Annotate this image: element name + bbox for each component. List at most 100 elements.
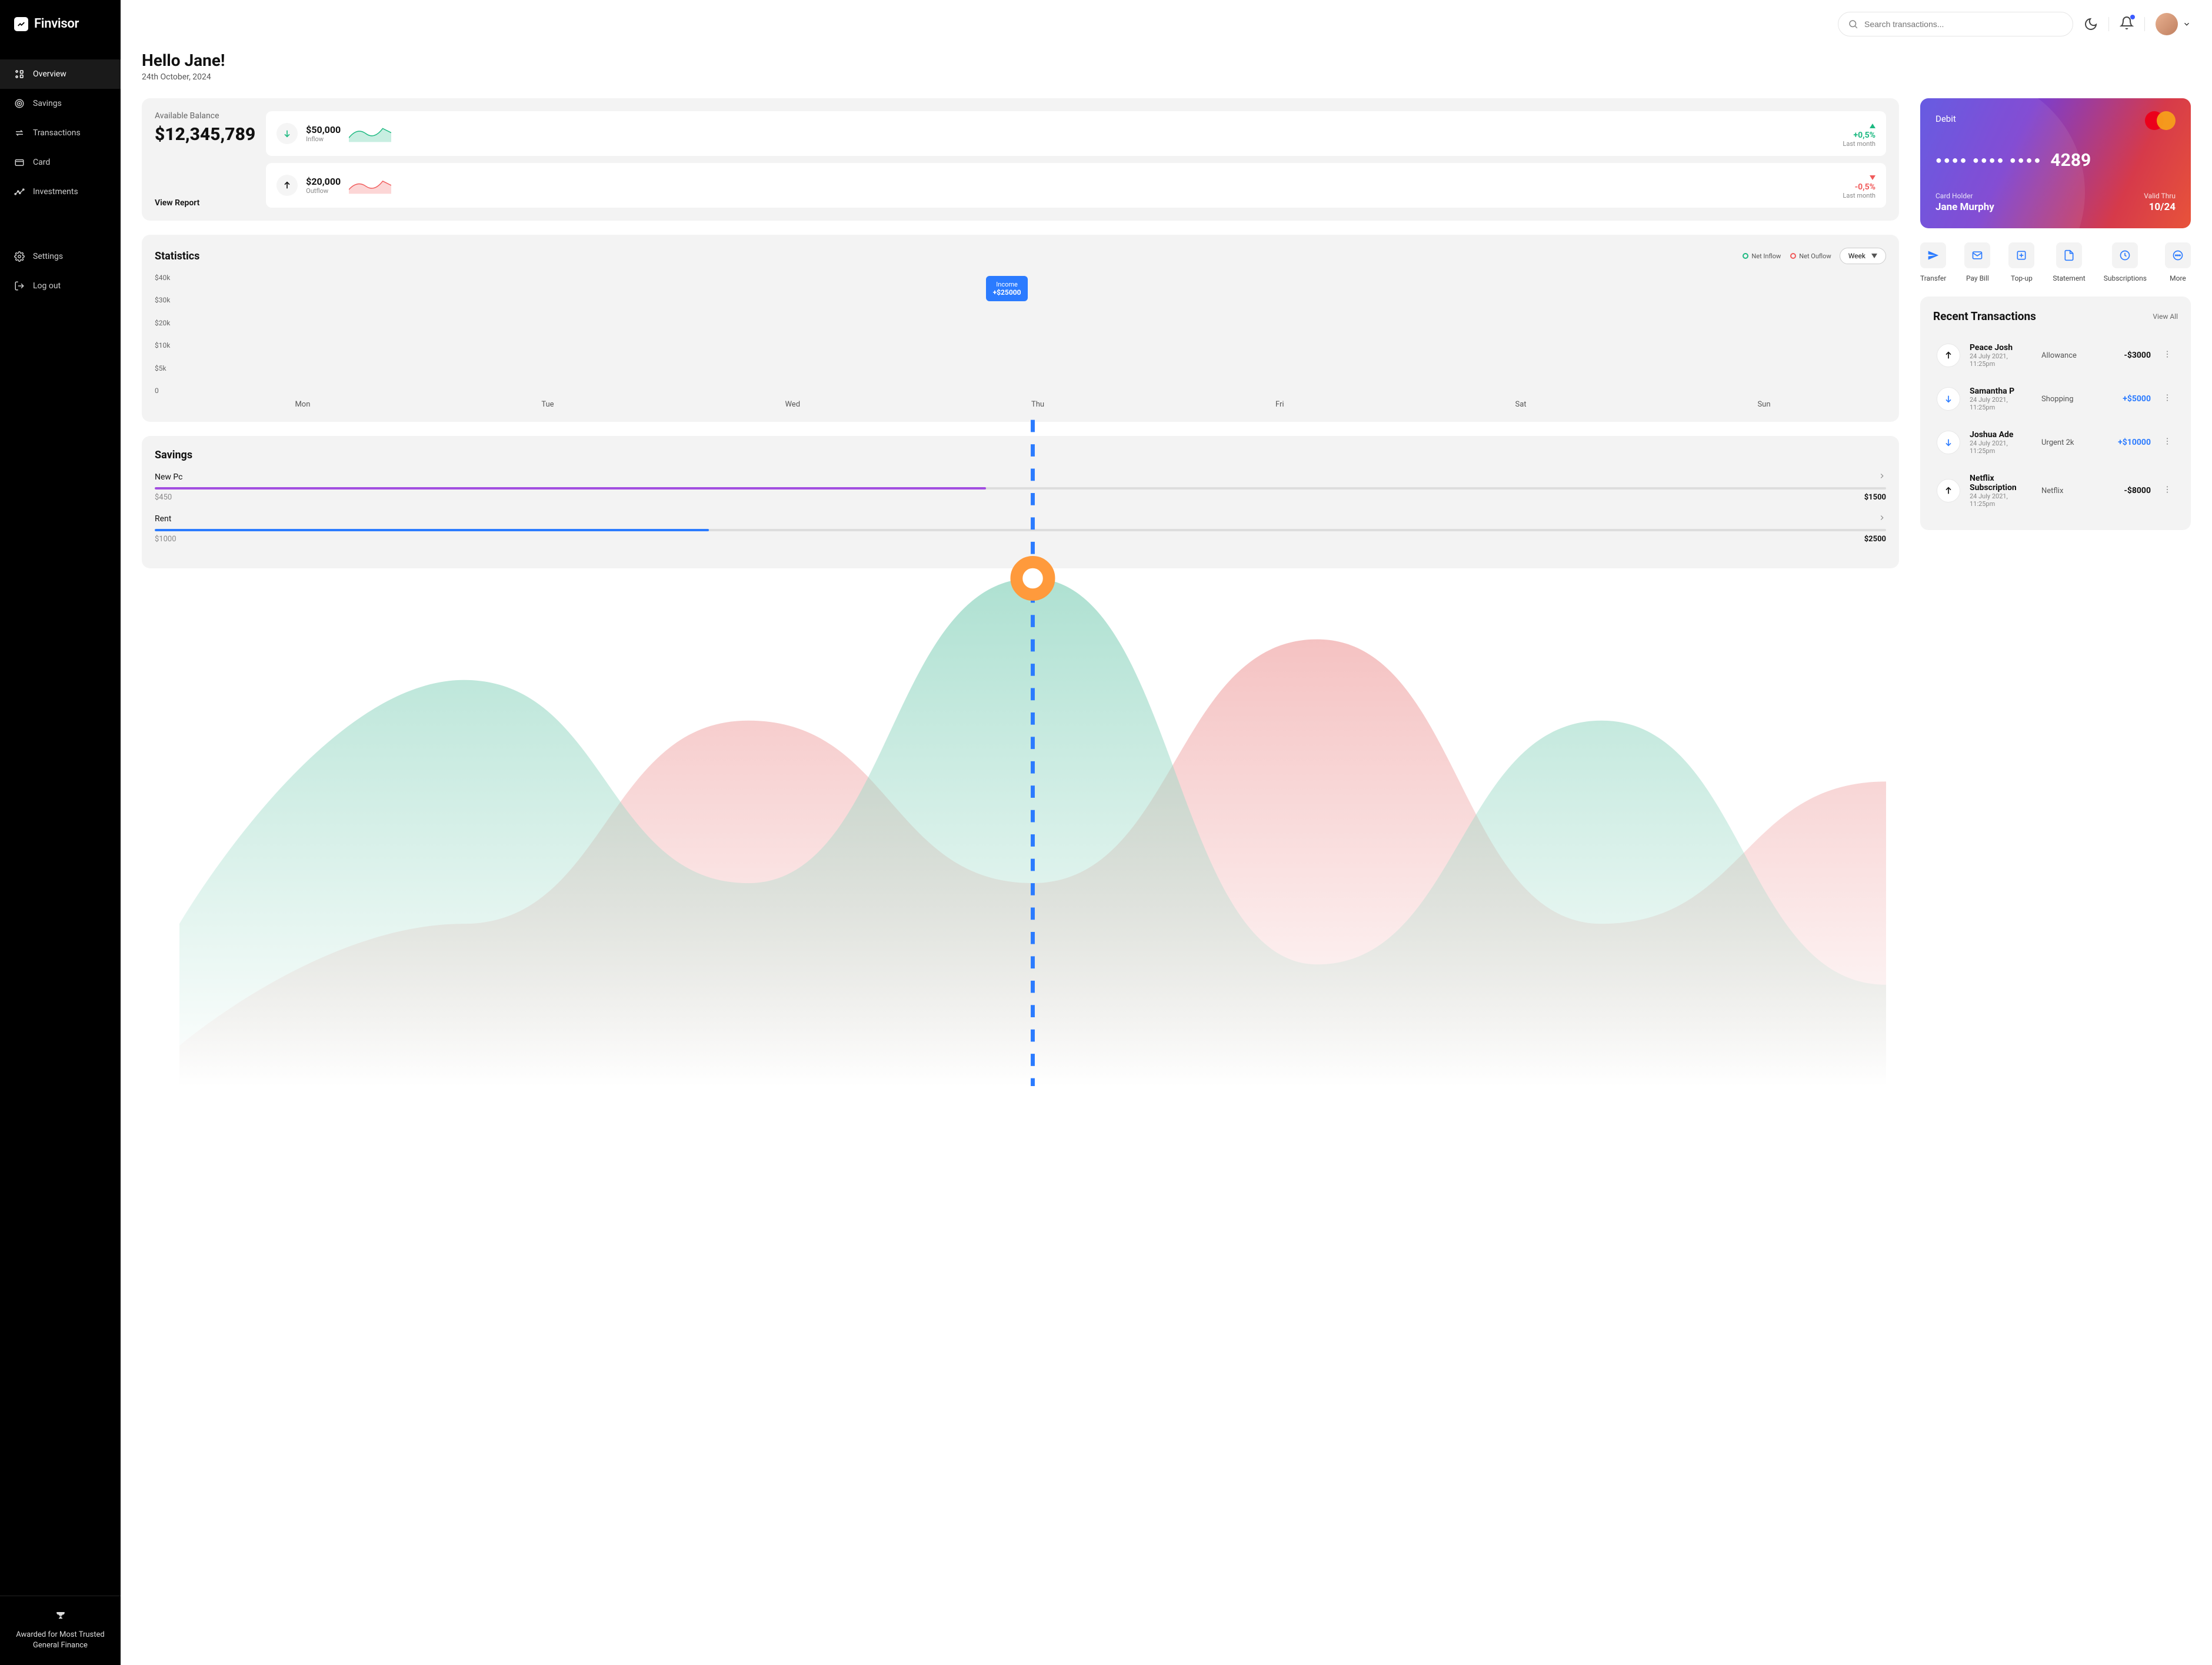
y-tick: $5k [155, 364, 170, 372]
nav-card[interactable]: Card [0, 148, 121, 177]
inflow-card: $50,000 Inflow +0,5% Last month [266, 111, 1886, 156]
period-label: Week [1848, 252, 1865, 260]
action-icon [2008, 242, 2034, 268]
view-all-link[interactable]: View All [2153, 312, 2178, 321]
avatar [2156, 13, 2178, 35]
chart-icon [14, 187, 25, 197]
legend-dot-outflow [1790, 253, 1796, 259]
txn-time: 24 July 2021, 11:25pm [1970, 439, 2032, 455]
search-icon [1848, 19, 1858, 29]
chart-legend: Net Inflow Net Ouflow [1743, 252, 1831, 260]
action-icon [2056, 242, 2082, 268]
nav-label: Transactions [33, 128, 81, 138]
tooltip-label: Income [993, 281, 1021, 288]
brand-icon [14, 17, 28, 31]
outflow-amount: $20,000 [306, 176, 341, 187]
more-icon[interactable] [2160, 437, 2174, 448]
arrow-up-icon [1937, 344, 1960, 367]
card-icon [14, 157, 25, 168]
arrow-up-icon [1937, 479, 1960, 502]
trophy-icon [55, 1610, 66, 1621]
nav-label: Investments [33, 187, 78, 197]
balance-value: $12,345,789 [155, 124, 255, 145]
x-tick: Sat [1515, 400, 1526, 409]
valid-date: 10/24 [2144, 201, 2176, 213]
card-number: ●●●● ●●●● ●●●● 4289 [1936, 150, 2176, 171]
nav-savings[interactable]: Savings [0, 89, 121, 118]
saving-current: $450 [155, 493, 172, 502]
action-icon [2112, 242, 2138, 268]
action-label: Pay Bill [1966, 274, 1989, 282]
txn-amount: -$8000 [2104, 486, 2151, 495]
chart-svg [179, 274, 1886, 1086]
search-box[interactable] [1838, 12, 2073, 36]
saving-name: New Pc [155, 472, 182, 482]
nav-label: Savings [33, 99, 62, 108]
statistics-chart: $40k$30k$20k$10k$5k0 In [155, 274, 1886, 409]
more-icon[interactable] [2160, 393, 2174, 405]
nav-label: Card [33, 158, 50, 167]
profile-menu[interactable] [2156, 13, 2191, 35]
action-pay-bill[interactable]: Pay Bill [1964, 242, 1990, 282]
transactions-title: Recent Transactions [1933, 309, 2036, 323]
arrow-down-icon [276, 123, 298, 144]
target-icon [14, 98, 25, 109]
topbar [142, 12, 2191, 36]
action-transfer[interactable]: Transfer [1920, 242, 1946, 282]
caret-up-icon [1870, 124, 1875, 128]
x-tick: Sun [1757, 400, 1770, 409]
statistics-card: Statistics Net Inflow Net Ouflow Week $4… [142, 235, 1899, 422]
txn-time: 24 July 2021, 11:25pm [1970, 492, 2032, 508]
action-label: Subscriptions [2104, 274, 2147, 282]
txn-name: Joshua Ade [1970, 430, 2032, 439]
y-tick: $40k [155, 274, 170, 282]
nav-logout[interactable]: Log out [0, 271, 121, 301]
nav-label: Log out [33, 281, 61, 291]
y-tick: $10k [155, 341, 170, 349]
theme-toggle-icon[interactable] [2084, 17, 2098, 31]
legend-label: Net Inflow [1751, 252, 1781, 260]
notifications-button[interactable] [2120, 16, 2134, 32]
nav-investments[interactable]: Investments [0, 177, 121, 207]
transaction-row: Peace Josh24 July 2021, 11:25pm Allowanc… [1933, 334, 2178, 377]
notification-dot [2130, 15, 2135, 19]
txn-time: 24 July 2021, 11:25pm [1970, 396, 2032, 411]
date-text: 24th October, 2024 [142, 72, 2191, 82]
outflow-change: -0,5% [1843, 182, 1875, 192]
y-tick: $30k [155, 296, 170, 304]
action-label: More [2170, 274, 2186, 282]
inflow-label: Inflow [306, 135, 341, 143]
outflow-card: $20,000 Outflow -0,5% Last month [266, 163, 1886, 208]
chevron-down-icon [2183, 20, 2191, 28]
inflow-change: +0,5% [1843, 131, 1875, 140]
brand-logo: Finvisor [0, 0, 121, 48]
action-statement[interactable]: Statement [2053, 242, 2085, 282]
divider [2108, 17, 2109, 31]
action-subscriptions[interactable]: Subscriptions [2104, 242, 2147, 282]
page-title: Hello Jane! [142, 51, 2191, 70]
action-icon [1964, 242, 1990, 268]
x-tick: Tue [541, 400, 554, 409]
y-tick: 0 [155, 387, 170, 395]
txn-category: Netflix [2041, 487, 2094, 495]
nav-overview[interactable]: Overview [0, 59, 121, 89]
sidebar: Finvisor Overview Savings Transactions C… [0, 0, 121, 1665]
gear-icon [14, 251, 25, 262]
valid-label: Valid Thru [2144, 192, 2176, 200]
action-more[interactable]: More [2165, 242, 2191, 282]
inflow-amount: $50,000 [306, 124, 341, 135]
action-top-up[interactable]: Top-up [2008, 242, 2034, 282]
nav-label: Overview [33, 69, 66, 79]
quick-actions: Transfer Pay Bill Top-up Statement Subscript… [1920, 242, 2191, 282]
search-input[interactable] [1864, 19, 2063, 29]
view-report-link[interactable]: View Report [155, 198, 255, 208]
more-icon[interactable] [2160, 349, 2174, 361]
more-icon[interactable] [2160, 485, 2174, 497]
nav-transactions[interactable]: Transactions [0, 118, 121, 148]
transactions-card: Recent Transactions View All Peace Josh2… [1920, 297, 2191, 530]
saving-name: Rent [155, 514, 171, 524]
txn-category: Shopping [2041, 395, 2094, 404]
txn-name: Netflix Subscription [1970, 474, 2032, 492]
period-select[interactable]: Week [1840, 248, 1886, 264]
nav-settings[interactable]: Settings [0, 242, 121, 271]
